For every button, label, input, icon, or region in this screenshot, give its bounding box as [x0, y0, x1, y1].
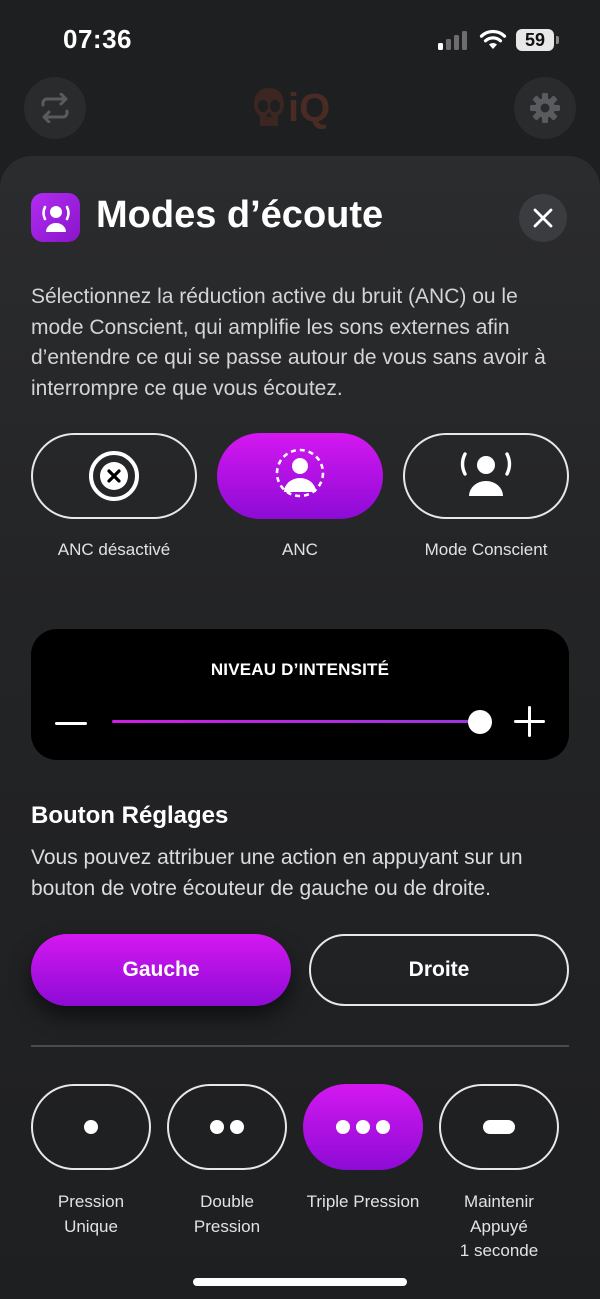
decrease-intensity-button[interactable]: [55, 709, 89, 739]
sheet-title: Modes d’écoute: [96, 194, 384, 236]
listening-mode-icon: [31, 193, 80, 242]
switch-device-button[interactable]: [24, 77, 86, 139]
left-earbud-button[interactable]: Gauche: [31, 934, 291, 1006]
settings-button[interactable]: [514, 77, 576, 139]
double-press-button[interactable]: [167, 1084, 287, 1170]
intensity-title: NIVEAU D’INTENSITÉ: [210, 660, 390, 679]
triple-dot-icon: [336, 1120, 390, 1134]
anc-off-icon: [89, 451, 139, 501]
left-earbud-label: Gauche: [122, 958, 200, 981]
swap-arrows-icon: [41, 93, 69, 123]
battery-icon: 59: [516, 29, 554, 51]
brand-logo: iQ: [252, 84, 352, 132]
brand-name: iQ: [288, 85, 331, 130]
increase-intensity-button[interactable]: [514, 706, 546, 738]
triple-press-button[interactable]: [303, 1084, 423, 1170]
right-earbud-button[interactable]: Droite: [309, 934, 569, 1006]
home-indicator[interactable]: [193, 1278, 407, 1286]
single-press-label: Pression Unique: [57, 1192, 125, 1236]
gear-icon: [530, 93, 560, 123]
aware-mode-icon: [460, 452, 512, 496]
hold-press-button[interactable]: [439, 1084, 559, 1170]
aware-mode-button[interactable]: [403, 433, 569, 519]
intensity-slider-track[interactable]: [112, 720, 480, 723]
button-settings-title: Bouton Réglages: [31, 802, 229, 829]
single-press-button[interactable]: [31, 1084, 151, 1170]
skull-icon: [254, 88, 284, 126]
anc-on-icon: [275, 448, 325, 498]
battery-level: 59: [524, 29, 546, 50]
button-settings-description: Vous pouvez attribuer une action en appu…: [31, 846, 523, 900]
double-dot-icon: [210, 1120, 244, 1134]
hold-icon: [483, 1120, 515, 1134]
battery-nub: [556, 36, 559, 44]
hold-press-label: Maintenir Appuyé 1 seconde: [459, 1192, 539, 1260]
intensity-slider-thumb[interactable]: [468, 710, 492, 734]
anc-off-button[interactable]: [31, 433, 197, 519]
status-time: 07:36: [63, 24, 132, 54]
anc-label: ANC: [282, 540, 318, 559]
anc-off-label: ANC désactivé: [57, 540, 171, 559]
anc-button[interactable]: [217, 433, 383, 519]
intensity-card: NIVEAU D’INTENSITÉ: [31, 629, 569, 760]
close-button[interactable]: [519, 194, 567, 242]
wifi-icon: [479, 29, 507, 49]
close-icon: [533, 208, 553, 228]
listening-modes-description: Sélectionnez la réduction active du brui…: [31, 285, 546, 400]
double-press-label: Double Pression: [193, 1192, 261, 1236]
aware-mode-label: Mode Conscient: [424, 540, 548, 559]
single-dot-icon: [84, 1120, 98, 1134]
right-earbud-label: Droite: [408, 958, 470, 981]
triple-press-label: Triple Pression: [306, 1192, 420, 1211]
signal-icon: [438, 31, 467, 50]
status-bar: 07:36 59: [0, 0, 600, 80]
divider: [31, 1045, 569, 1047]
